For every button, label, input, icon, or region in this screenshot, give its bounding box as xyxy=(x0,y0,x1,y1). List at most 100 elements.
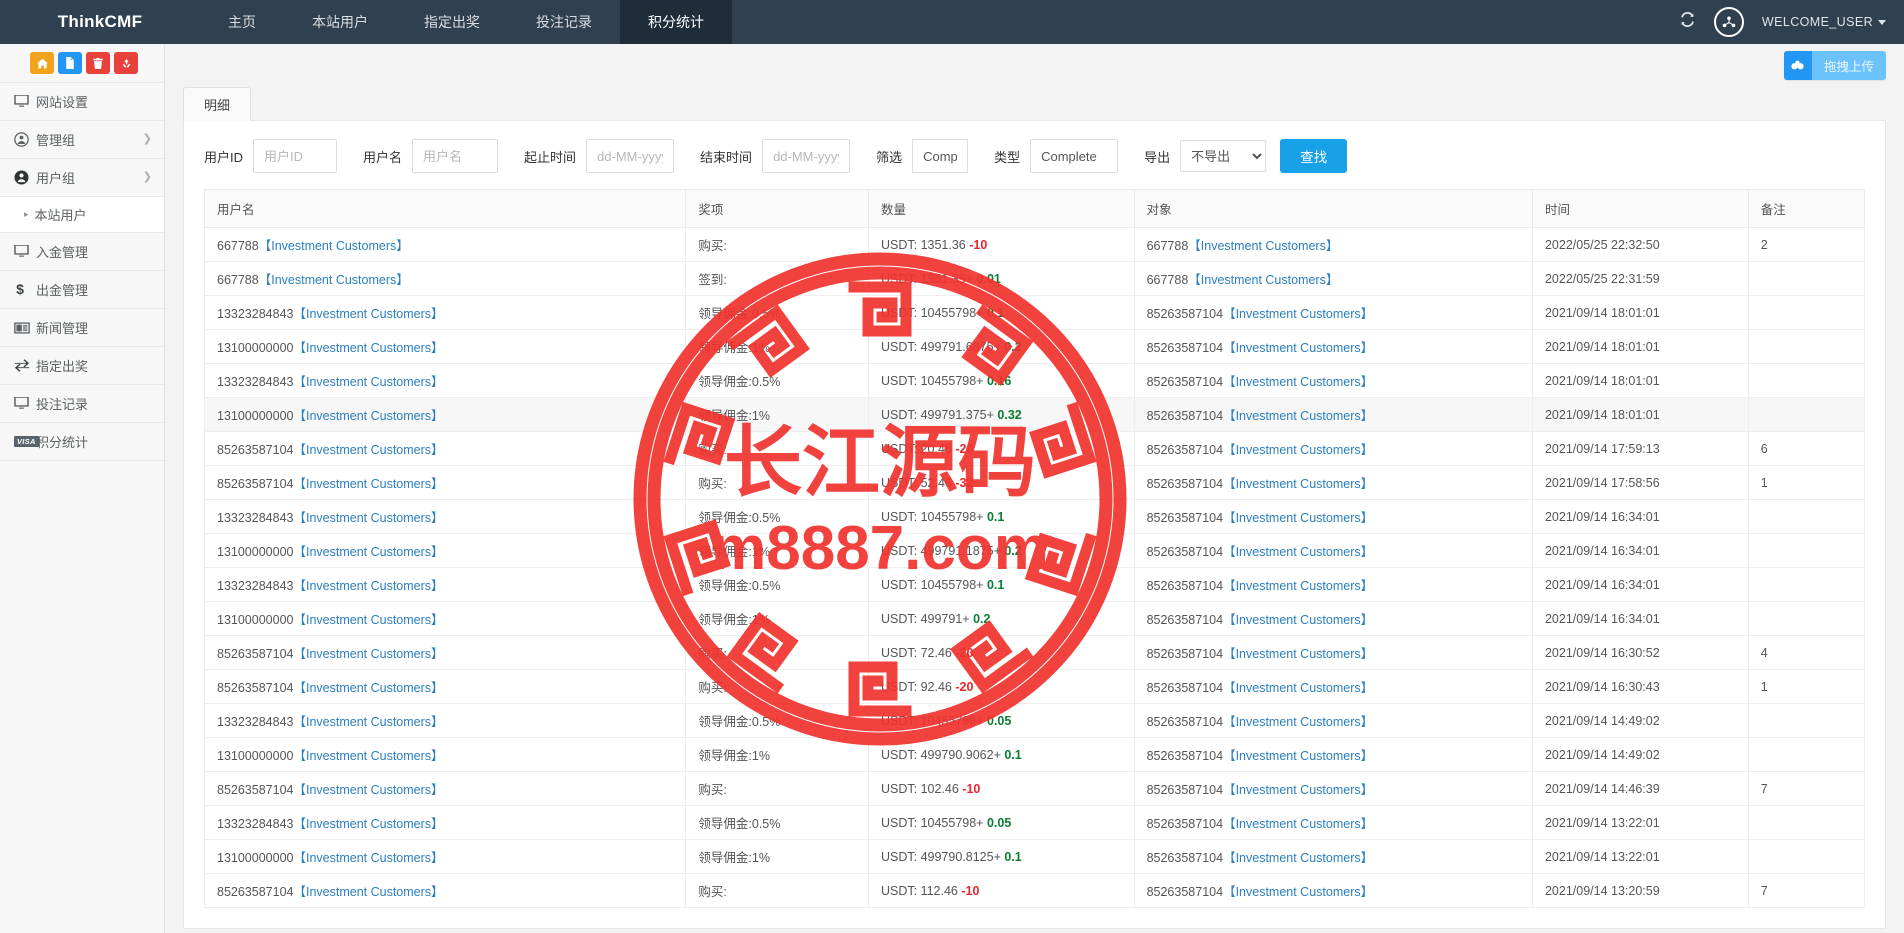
table-row[interactable]: 13323284843【Investment Customers】 领导佣金:0.… xyxy=(203,363,1866,398)
sidebar-item-2[interactable]: 用户组 ❯ xyxy=(0,159,164,197)
filter-select: 筛选 xyxy=(876,139,969,173)
start-time-input[interactable] xyxy=(586,139,675,173)
home-icon[interactable] xyxy=(30,52,54,74)
cell-username: 13100000000【Investment Customers】 xyxy=(203,533,687,568)
cell-amount-base: USDT: 499790.8125+ xyxy=(880,849,1001,864)
sidebar-subitem-3[interactable]: ▸ 本站用户 xyxy=(0,197,164,233)
export-select[interactable]: 不导出 xyxy=(1180,140,1267,172)
end-time-label: 结束时间 xyxy=(700,149,753,165)
drag-upload-button[interactable]: 拖拽上传 xyxy=(1783,50,1886,80)
cell-prize: 购买: xyxy=(685,669,869,704)
cell-amount-delta: 0.01 xyxy=(976,271,1001,286)
sidebar-item-9[interactable]: VISA 积分统计 xyxy=(0,423,164,461)
cell-prize: 签到: xyxy=(685,261,869,296)
cell-amount-delta: -32 xyxy=(955,475,974,490)
table-row[interactable]: 13100000000【Investment Customers】 领导佣金:1%… xyxy=(203,601,1866,636)
brand-logo: ThinkCMF xyxy=(57,12,143,31)
cell-amount: USDT: 112.46 -10 xyxy=(867,873,1135,908)
sidebar-item-7[interactable]: 指定出奖 xyxy=(0,347,164,385)
table-row[interactable]: 85263587104【Investment Customers】 购买: USDT… xyxy=(203,873,1866,908)
table-row[interactable]: 13323284843【Investment Customers】 领导佣金:0.… xyxy=(203,295,1866,330)
table-row[interactable]: 13100000000【Investment Customers】 领导佣金:1%… xyxy=(203,737,1866,772)
cell-prize: 购买: xyxy=(685,227,869,262)
cell-amount-base: USDT: 1351.35+ xyxy=(880,271,974,286)
cell-amount-base: USDT: 10455798+ xyxy=(880,577,984,592)
table-row[interactable]: 85263587104【Investment Customers】 购买: USDT… xyxy=(203,635,1866,670)
recycle-icon[interactable] xyxy=(114,52,138,74)
trash-icon[interactable] xyxy=(86,52,110,74)
table-row[interactable]: 13323284843【Investment Customers】 领导佣金:0.… xyxy=(203,567,1866,602)
chevron-down-icon xyxy=(1878,19,1886,25)
table-row[interactable]: 13100000000【Investment Customers】 领导佣金:1%… xyxy=(203,397,1866,432)
table-row[interactable]: 85263587104【Investment Customers】 购买: USDT… xyxy=(203,771,1866,806)
nav-link-2[interactable]: 指定出奖 xyxy=(396,0,508,44)
table-row[interactable]: 13100000000【Investment Customers】 领导佣金:1%… xyxy=(203,329,1866,364)
cell-time: 2021/09/14 16:30:52 xyxy=(1531,635,1749,670)
refresh-icon[interactable] xyxy=(1679,11,1696,33)
cell-amount: USDT: 72.46 -20 xyxy=(867,635,1135,670)
welcome-user-menu[interactable]: WELCOME_USER xyxy=(1762,15,1886,29)
upload-bar: 拖拽上传 xyxy=(165,44,1904,86)
table-row[interactable]: 13323284843【Investment Customers】 领导佣金:0.… xyxy=(203,703,1866,738)
type-input[interactable] xyxy=(1030,139,1119,173)
cell-amount-base: USDT: 102.46 xyxy=(880,781,959,796)
search-button[interactable]: 查找 xyxy=(1280,139,1348,173)
cell-time: 2021/09/14 17:58:56 xyxy=(1531,465,1749,500)
cell-amount-delta: 0.2 xyxy=(1004,339,1022,354)
table-header-cell-1: 奖项 xyxy=(685,189,869,228)
cell-amount-delta: 0.32 xyxy=(997,407,1022,422)
chevron-right-icon: ❯ xyxy=(142,171,152,183)
sidebar-quick-tools xyxy=(0,44,164,83)
nav-link-1[interactable]: 本站用户 xyxy=(284,0,396,44)
table-row[interactable]: 13323284843【Investment Customers】 领导佣金:0.… xyxy=(203,499,1866,534)
sidebar-item-8[interactable]: 投注记录 xyxy=(0,385,164,423)
table-row[interactable]: 667788【Investment Customers】 签到: USDT: 135… xyxy=(203,261,1866,296)
table-row[interactable]: 13100000000【Investment Customers】 领导佣金:1%… xyxy=(203,839,1866,874)
file-icon[interactable] xyxy=(58,52,82,74)
sidebar-item-0[interactable]: 网站设置 xyxy=(0,83,164,121)
cell-prize: 购买: xyxy=(685,465,869,500)
table-row[interactable]: 85263587104【Investment Customers】 购买: USDT… xyxy=(203,669,1866,704)
table-row[interactable]: 13323284843【Investment Customers】 领导佣金:0.… xyxy=(203,805,1866,840)
table-row[interactable]: 667788【Investment Customers】 购买: USDT: 135… xyxy=(203,227,1866,262)
sidebar-item-5[interactable]: $ 出金管理 xyxy=(0,271,164,309)
filter-input[interactable] xyxy=(912,139,969,173)
sidebar: 网站设置 管理组 ❯ 用户组 ❯ ▸ 本站用户 入金管理 $ 出金管理 新闻管理 指定出奖 投注记录 VI… xyxy=(0,44,165,933)
table-row[interactable]: 85263587104【Investment Customers】 购买: USDT… xyxy=(203,431,1866,466)
cell-amount: USDT: 10455798+ 0.05 xyxy=(867,703,1135,738)
cell-username: 13100000000【Investment Customers】 xyxy=(203,601,687,636)
cell-object: 85263587104【Investment Customers】 xyxy=(1133,499,1533,534)
sidebar-item-4[interactable]: 入金管理 xyxy=(0,233,164,271)
sidebar-item-6[interactable]: 新闻管理 xyxy=(0,309,164,347)
cell-object: 85263587104【Investment Customers】 xyxy=(1133,703,1533,738)
filter-start-time: 起止时间 xyxy=(524,139,675,173)
filter-userid: 用户ID xyxy=(204,139,338,173)
monitor-icon xyxy=(14,245,36,258)
cell-prize: 领导佣金:1% xyxy=(685,737,869,772)
cell-note: 2 xyxy=(1747,227,1866,262)
table-row[interactable]: 85263587104【Investment Customers】 购买: USDT… xyxy=(203,465,1866,500)
tab-detail[interactable]: 明细 xyxy=(183,87,252,121)
table-row[interactable]: 13100000000【Investment Customers】 领导佣金:1%… xyxy=(203,533,1866,568)
userid-input[interactable] xyxy=(253,139,338,173)
username-input[interactable] xyxy=(412,139,499,173)
nav-link-3[interactable]: 投注记录 xyxy=(508,0,620,44)
cell-username: 85263587104【Investment Customers】 xyxy=(203,465,687,500)
nav-link-4[interactable]: 积分统计 xyxy=(620,0,732,44)
cell-object: 85263587104【Investment Customers】 xyxy=(1133,771,1533,806)
cell-amount-delta: 0.05 xyxy=(986,713,1012,728)
cell-prize: 领导佣金:0.5% xyxy=(685,499,869,534)
end-time-input[interactable] xyxy=(762,139,851,173)
user-network-icon[interactable] xyxy=(1713,7,1744,37)
filter-type: 类型 xyxy=(994,139,1119,173)
cell-username: 13100000000【Investment Customers】 xyxy=(203,329,687,364)
nav-link-0[interactable]: 主页 xyxy=(200,0,284,44)
sidebar-item-1[interactable]: 管理组 ❯ xyxy=(0,121,164,159)
cell-username: 13323284843【Investment Customers】 xyxy=(203,363,687,398)
cell-amount: USDT: 10455798+ 0.1 xyxy=(867,499,1135,534)
cell-note: 4 xyxy=(1747,635,1866,670)
filter-end-time: 结束时间 xyxy=(700,139,851,173)
cell-time: 2021/09/14 13:20:59 xyxy=(1531,873,1749,908)
cell-amount-base: USDT: 72.46 xyxy=(880,645,952,660)
cell-amount: USDT: 20.46 -20 xyxy=(867,431,1135,466)
